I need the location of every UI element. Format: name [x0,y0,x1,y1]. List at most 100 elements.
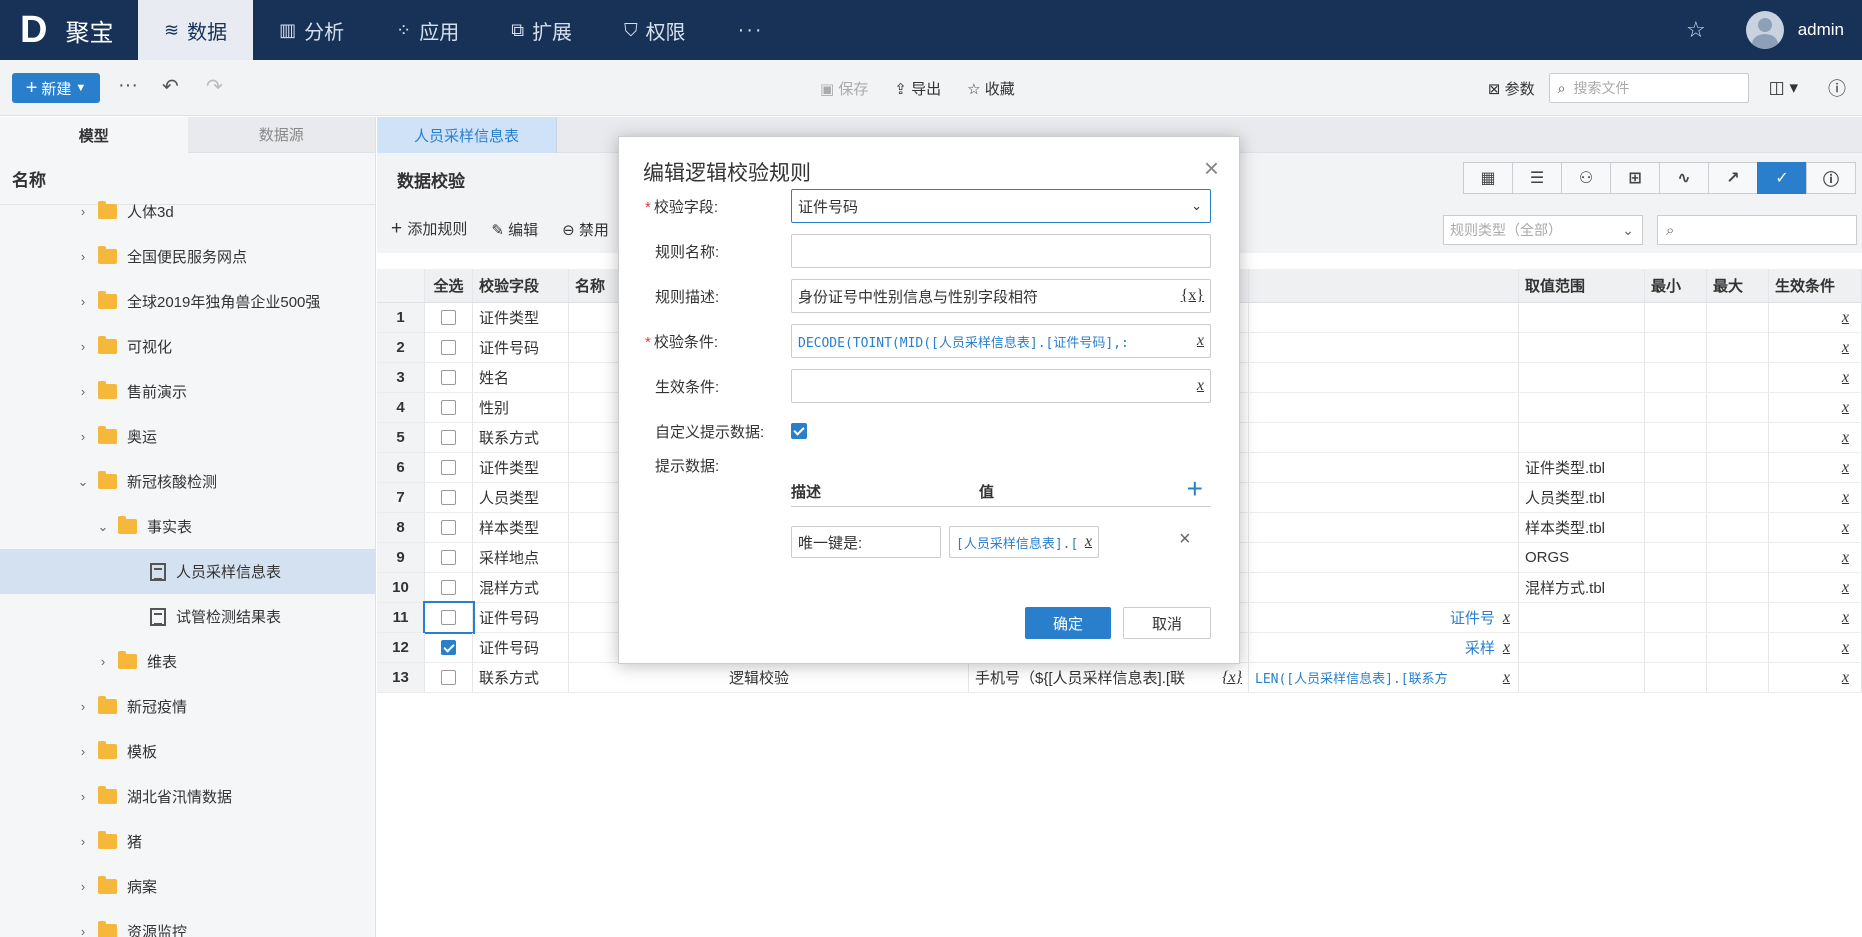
row-checkbox-cell[interactable] [425,453,473,482]
cancel-button[interactable]: 取消 [1123,607,1211,639]
validation-icon[interactable]: ✓ [1757,162,1807,194]
field-select[interactable]: 证件号码 ⌄ [791,189,1211,223]
header-select-all[interactable]: 全选 [425,269,473,302]
tree-item[interactable]: 人员采样信息表 [0,549,375,594]
nav-item-permission[interactable]: ⛉ 权限 [598,0,712,60]
tree-item[interactable]: › 病案 [0,864,375,909]
more-icon[interactable]: ··· [118,74,138,97]
row-checkbox-cell[interactable] [425,303,473,332]
expression-icon[interactable]: x [1842,669,1849,687]
tree-item[interactable]: › 维表 [0,639,375,684]
row-checkbox-cell[interactable] [425,363,473,392]
chevron-down-icon[interactable]: ⌄ [74,474,92,490]
tree-item[interactable]: › 售前演示 [0,369,375,414]
hint-desc-input[interactable]: 唯一键是: [791,526,941,558]
avatar[interactable] [1745,11,1784,49]
custom-hint-checkbox[interactable] [791,423,807,439]
table-row[interactable]: 13 联系方式 逻辑校验 手机号（${[人员采样信息表].[联 {x} LEN([人员采样… [377,663,1862,693]
tree-item[interactable]: › 模板 [0,729,375,774]
new-button[interactable]: + 新建 ▼ [12,73,100,103]
row-checkbox[interactable] [441,550,456,565]
save-button[interactable]: ▣ 保存 [820,78,868,99]
chevron-down-icon[interactable]: ⌄ [94,519,112,535]
chevron-right-icon[interactable]: › [74,249,92,264]
chevron-right-icon[interactable]: › [74,294,92,309]
tab-model[interactable]: 模型 [0,117,188,153]
rule-type-select[interactable]: 规则类型（全部） ⌄ [1443,215,1643,245]
star-icon[interactable]: ☆ [1686,17,1706,43]
expression-icon[interactable]: x [1842,459,1849,477]
relation-icon[interactable]: ⊞ [1610,162,1660,194]
expression-icon[interactable]: x [1842,399,1849,417]
tree-item[interactable]: › 湖北省汛情数据 [0,774,375,819]
nav-item-apps[interactable]: ⁘ 应用 [370,0,485,60]
expression-icon[interactable]: x [1842,489,1849,507]
row-checkbox-cell[interactable] [425,543,473,572]
chevron-right-icon[interactable]: › [74,879,92,894]
row-checkbox-cell[interactable] [425,423,473,452]
expression-icon[interactable]: x [1503,669,1510,687]
delete-hint-icon[interactable]: × [1179,528,1191,551]
row-checkbox-cell[interactable] [425,483,473,512]
info-icon[interactable]: ⓘ [1806,162,1856,194]
chevron-right-icon[interactable]: › [94,654,112,669]
disable-rule-button[interactable]: ⊖ 禁用 [562,219,609,240]
tab-person-sampling[interactable]: 人员采样信息表 [377,117,557,153]
tree-item[interactable]: › 奥运 [0,414,375,459]
layout-toggle-icon[interactable]: ◫ ▾ [1769,78,1798,98]
app-logo[interactable]: D 聚宝 [20,0,113,60]
row-checkbox[interactable] [441,490,456,505]
list-view-icon[interactable]: ☰ [1512,162,1562,194]
redo-icon[interactable]: ↷ [206,74,223,99]
row-checkbox-cell[interactable] [425,333,473,362]
expression-icon[interactable]: x [1503,609,1510,627]
expression-icon[interactable]: x [1842,309,1849,327]
params-button[interactable]: ⊠ 参数 [1488,78,1535,99]
expression-icon[interactable]: x [1842,519,1849,537]
nav-item-extension[interactable]: ⧉ 扩展 [485,0,598,60]
info-icon[interactable]: ⓘ [1828,75,1846,101]
row-checkbox-cell[interactable] [425,663,473,692]
row-checkbox-cell[interactable] [425,573,473,602]
expression-icon[interactable]: x [1503,639,1510,657]
rule-desc-input[interactable]: 身份证号中性别信息与性别字段相符 {x} [791,279,1211,313]
nav-more-button[interactable]: ··· [712,0,790,60]
chevron-right-icon[interactable]: › [74,384,92,399]
expression-icon[interactable]: x [1842,579,1849,597]
tree-item[interactable]: › 资源监控 [0,909,375,937]
expression-icon[interactable]: x [1842,369,1849,387]
row-checkbox-cell[interactable] [423,601,475,634]
tree-item[interactable]: › 全国便民服务网点 [0,234,375,279]
row-checkbox[interactable] [441,640,456,655]
chevron-right-icon[interactable]: › [74,699,92,714]
row-checkbox[interactable] [441,430,456,445]
row-checkbox[interactable] [441,400,456,415]
tree-item[interactable]: › 人体3d [0,189,375,234]
row-checkbox[interactable] [441,610,456,625]
nav-item-data[interactable]: ≋ 数据 [138,0,254,60]
tree-item[interactable]: › 可视化 [0,324,375,369]
row-checkbox[interactable] [441,670,456,685]
expression-icon[interactable]: x [1842,339,1849,357]
trend-icon[interactable]: ↗ [1708,162,1758,194]
chevron-right-icon[interactable]: › [74,789,92,804]
nav-item-analysis[interactable]: ▥ 分析 [253,0,370,60]
row-checkbox[interactable] [441,520,456,535]
variable-icon[interactable]: {x} [1222,669,1242,687]
undo-icon[interactable]: ↶ [162,74,179,99]
edit-rule-button[interactable]: ✎ 编辑 [491,219,538,240]
table-view-icon[interactable]: ▦ [1463,162,1513,194]
expression-icon[interactable]: x [1842,639,1849,657]
add-rule-button[interactable]: + 添加规则 [391,218,467,240]
hierarchy-icon[interactable]: ⚇ [1561,162,1611,194]
chevron-right-icon[interactable]: › [74,744,92,759]
tab-datasource[interactable]: 数据源 [187,117,375,153]
file-search-input[interactable]: ⌕ 搜索文件 [1548,73,1749,103]
row-checkbox[interactable] [441,580,456,595]
tree-item[interactable]: › 全球2019年独角兽企业500强 [0,279,375,324]
row-checkbox-cell[interactable] [425,633,473,662]
row-checkbox[interactable] [441,310,456,325]
expression-icon[interactable]: x [1192,332,1204,350]
close-icon[interactable]: × [1204,153,1219,184]
add-hint-icon[interactable]: + [1187,473,1203,505]
